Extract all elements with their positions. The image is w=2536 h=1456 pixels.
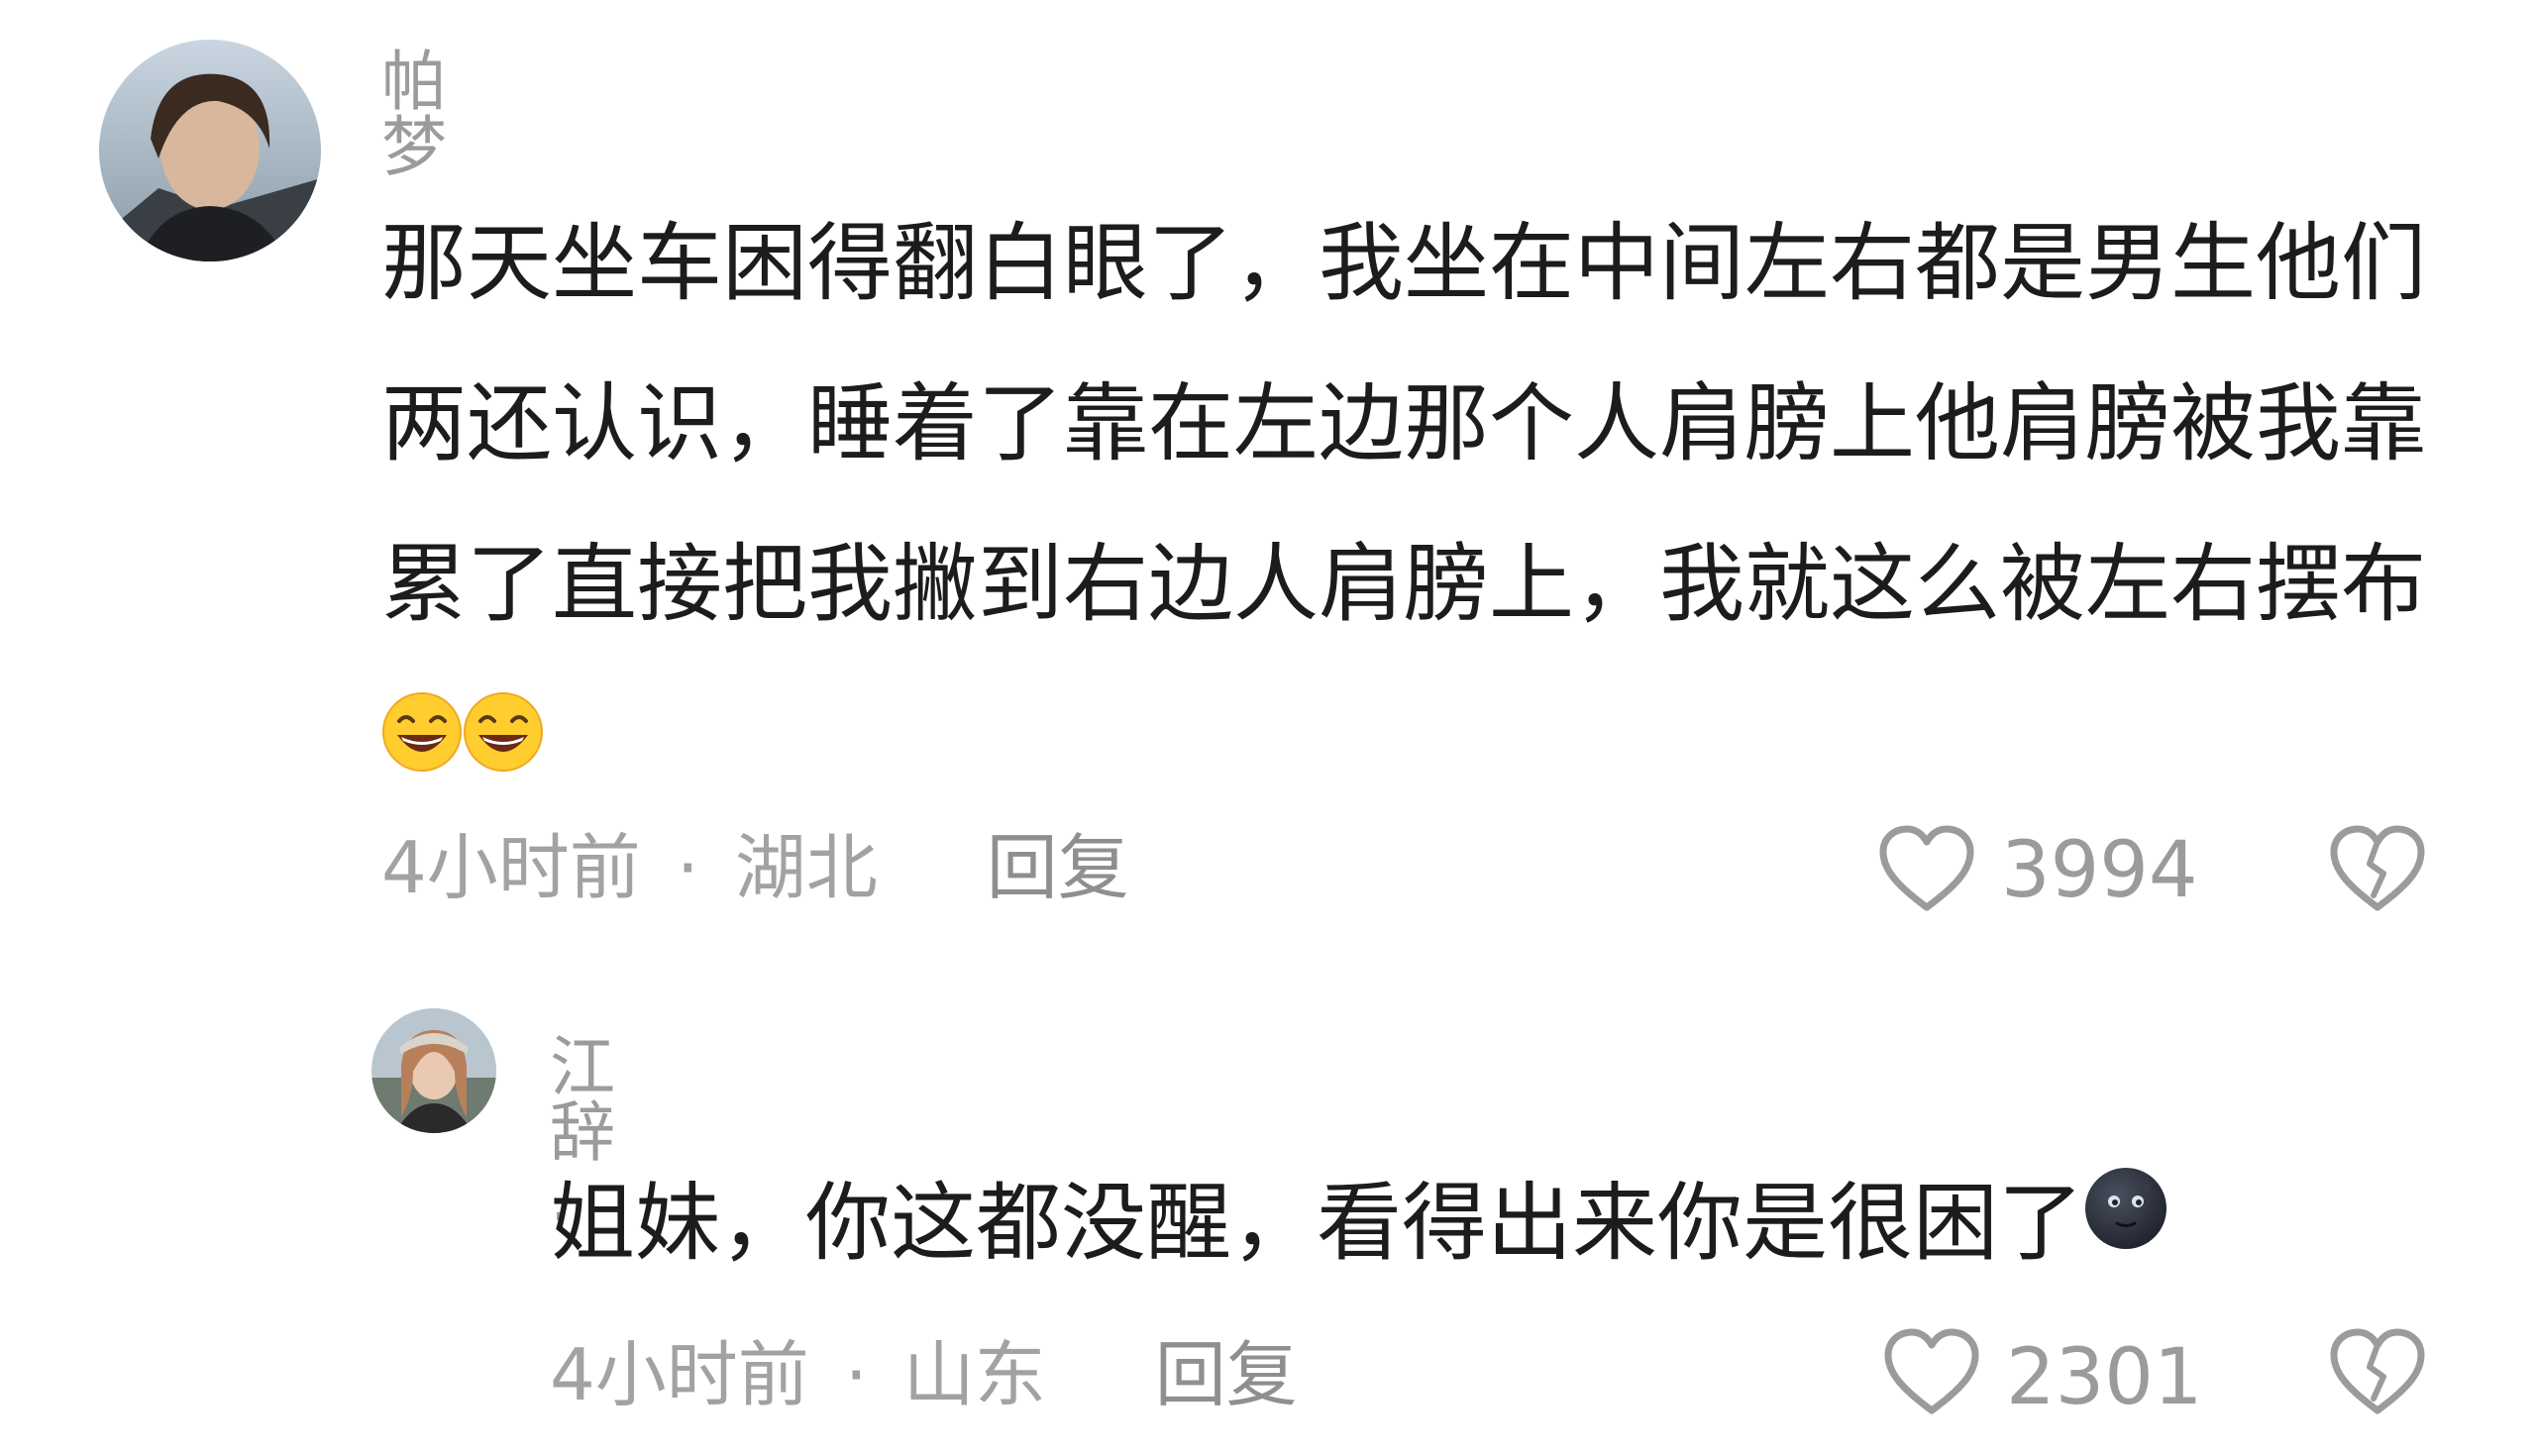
- broken-heart-icon: [2328, 825, 2427, 919]
- comment-meta: 4小时前 · 山东 回复: [550, 1339, 1298, 1410]
- comment-text: 那天坐车困得翻白眼了，我坐在中间左右都是男生他们两还认识，睡着了靠在左边那个人肩…: [381, 183, 2462, 825]
- user-avatar[interactable]: [371, 1008, 496, 1133]
- grinning-squint-emoji: [463, 664, 544, 824]
- comment-location: 湖北: [734, 826, 878, 909]
- comment-text-content: 那天坐车困得翻白眼了，我坐在中间左右都是男生他们两还认识，睡着了靠在左边那个人肩…: [381, 214, 2426, 634]
- comment-text-content: 姐妹，你这都没醒，看得出来你是很困了: [550, 1174, 2083, 1273]
- comment-text: 姐妹，你这都没醒，看得出来你是很困了: [550, 1154, 2432, 1293]
- comment-time: 4小时前: [381, 826, 641, 909]
- reply-button[interactable]: 回复: [1155, 1333, 1298, 1416]
- dislike-button[interactable]: [2328, 824, 2427, 919]
- broken-heart-icon: [2328, 1328, 2427, 1422]
- like-count: 3994: [2001, 826, 2198, 915]
- heart-outline-icon: [1882, 1328, 1981, 1422]
- heart-outline-icon: [1877, 825, 1976, 919]
- comment-meta: 4小时前 · 湖北 回复: [381, 832, 1129, 903]
- username[interactable]: 帕梦: [381, 50, 447, 180]
- dislike-button[interactable]: [2328, 1327, 2427, 1422]
- meta-separator: ·: [676, 826, 699, 909]
- reply-button[interactable]: 回复: [987, 826, 1129, 909]
- like-count: 2301: [2006, 1333, 2203, 1422]
- like-button[interactable]: [1877, 824, 1976, 919]
- meta-separator: ·: [844, 1333, 868, 1416]
- new-moon-face-emoji: [2083, 1153, 2168, 1292]
- comment-time: 4小时前: [550, 1333, 809, 1416]
- grinning-squint-emoji: [381, 664, 463, 824]
- like-button[interactable]: [1882, 1327, 1981, 1422]
- user-avatar[interactable]: [99, 40, 321, 261]
- comment-location: 山东: [902, 1333, 1046, 1416]
